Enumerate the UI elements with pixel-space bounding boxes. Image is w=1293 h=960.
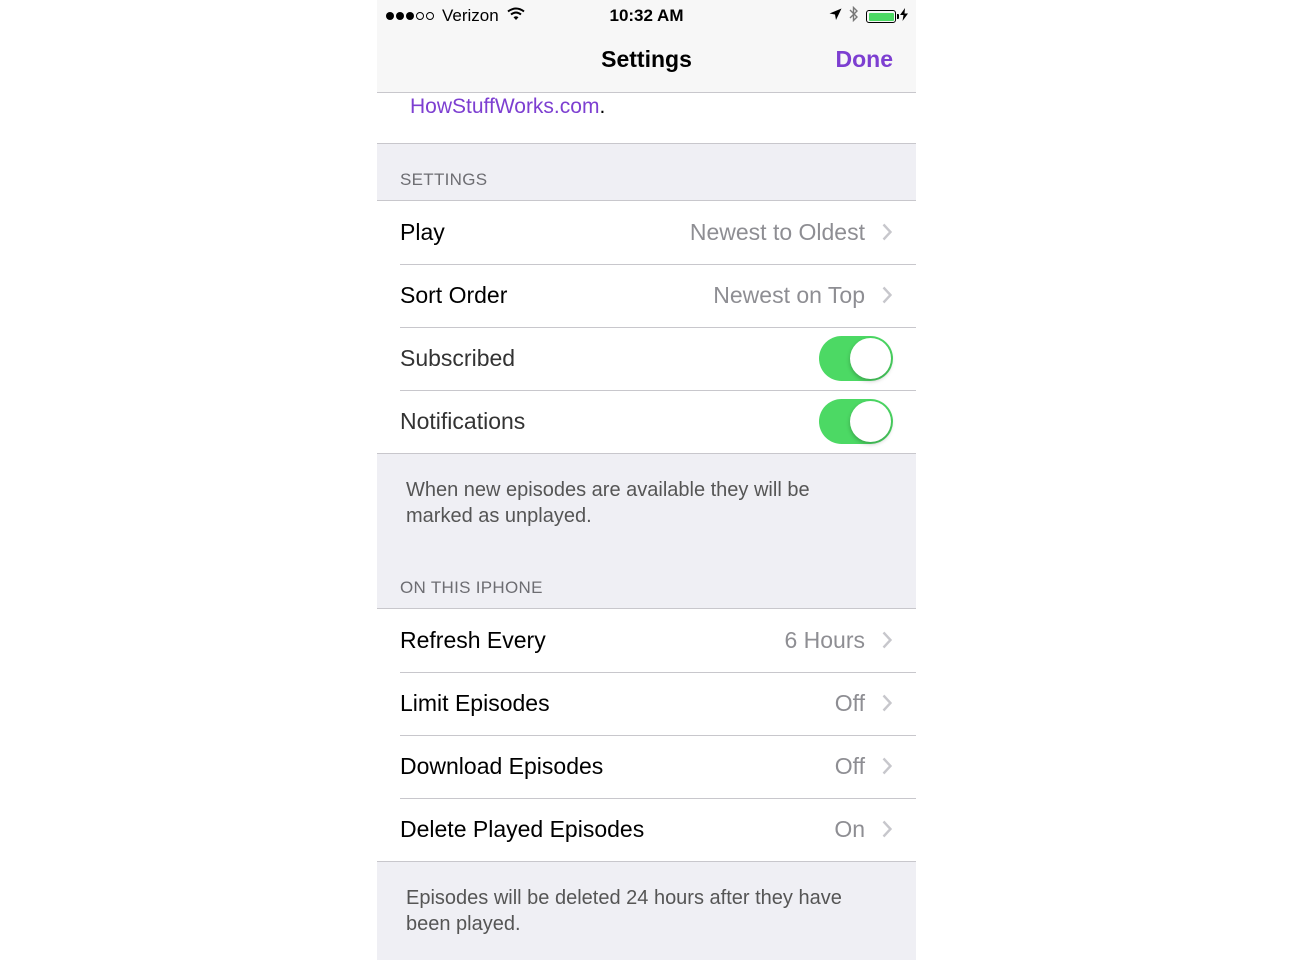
toggle-knob: [850, 401, 891, 442]
chevron-right-icon: [882, 820, 893, 843]
chevron-right-icon: [882, 286, 893, 309]
location-arrow-icon: [829, 8, 842, 26]
play-value: Newest to Oldest: [689, 219, 865, 245]
limit-episodes-row[interactable]: Limit Episodes Off: [377, 672, 916, 735]
subscribed-label: Subscribed: [400, 345, 516, 371]
delete-played-episodes-row[interactable]: Delete Played Episodes On: [377, 798, 916, 861]
sort-order-value: Newest on Top: [713, 282, 865, 308]
notifications-row: Notifications: [377, 390, 916, 453]
description-row: HowStuffWorks.com.: [377, 93, 916, 144]
phone-screen: Verizon 10:32 AM Settings Done HowStuffW…: [377, 0, 916, 960]
notifications-label: Notifications: [400, 408, 526, 434]
charging-bolt-icon: [900, 7, 908, 26]
toggle-knob: [850, 338, 891, 379]
sort-order-row[interactable]: Sort Order Newest on Top: [377, 264, 916, 327]
chevron-right-icon: [882, 694, 893, 717]
download-episodes-value: Off: [834, 753, 865, 779]
settings-group: Play Newest to Oldest Sort Order Newest …: [377, 200, 916, 454]
delete-episodes-footer: Episodes will be deleted 24 hours after …: [406, 887, 842, 935]
refresh-every-row[interactable]: Refresh Every 6 Hours: [377, 609, 916, 672]
refresh-every-value: 6 Hours: [784, 627, 865, 653]
status-right: [822, 5, 908, 27]
navigation-bar: Settings Done: [377, 30, 916, 93]
battery-icon: [866, 10, 899, 23]
done-button[interactable]: Done: [836, 46, 894, 73]
link-suffix: .: [599, 95, 606, 118]
chevron-right-icon: [882, 757, 893, 780]
chevron-right-icon: [882, 223, 893, 246]
play-row[interactable]: Play Newest to Oldest: [377, 201, 916, 264]
howstuffworks-link[interactable]: HowStuffWorks.com: [410, 95, 599, 118]
status-bar: Verizon 10:32 AM: [377, 0, 916, 30]
play-label: Play: [400, 219, 445, 245]
delete-played-episodes-label: Delete Played Episodes: [400, 816, 645, 842]
description-text: HowStuffWorks.com.: [410, 95, 605, 119]
bluetooth-icon: [849, 5, 859, 27]
download-episodes-row[interactable]: Download Episodes Off: [377, 735, 916, 798]
limit-episodes-value: Off: [834, 690, 865, 716]
battery-level: [868, 12, 894, 21]
subscribed-row: Subscribed: [377, 327, 916, 390]
section-header-settings: SETTINGS: [400, 170, 488, 189]
notifications-toggle[interactable]: [819, 399, 893, 444]
delete-played-episodes-value: On: [834, 816, 865, 842]
on-this-iphone-group: Refresh Every 6 Hours Limit Episodes Off…: [377, 608, 916, 862]
limit-episodes-label: Limit Episodes: [400, 690, 550, 716]
refresh-every-label: Refresh Every: [400, 627, 546, 653]
chevron-right-icon: [882, 631, 893, 654]
section-header-on-this-iphone: ON THIS IPHONE: [400, 578, 543, 597]
download-episodes-label: Download Episodes: [400, 753, 604, 779]
notifications-footer: When new episodes are available they wil…: [406, 479, 810, 527]
subscribed-toggle[interactable]: [819, 336, 893, 381]
sort-order-label: Sort Order: [400, 282, 508, 308]
